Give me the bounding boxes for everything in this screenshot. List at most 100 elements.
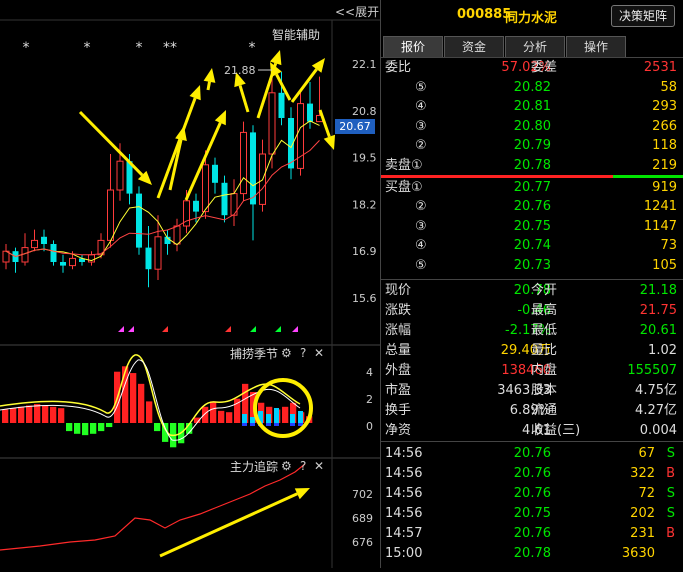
help-icon[interactable]: ? bbox=[300, 346, 306, 360]
indicator-label[interactable]: 智能辅助 bbox=[272, 26, 320, 43]
mainforce-panel-title: 主力追踪 bbox=[230, 460, 279, 474]
sell-level-label: ⑤ bbox=[415, 80, 427, 95]
arrow-shaft bbox=[156, 97, 197, 199]
stat-label: 净资 bbox=[385, 423, 412, 438]
season-mini-bar bbox=[290, 414, 295, 423]
stock-code: 000885 bbox=[457, 7, 512, 22]
kline-chart-svg[interactable]: 22.120.819.518.216.915.6 * * * ** * 20.67 21… bbox=[0, 0, 380, 568]
price-axis-label: 20.8 bbox=[352, 105, 377, 118]
season-bar bbox=[74, 423, 81, 434]
season-bar bbox=[130, 373, 137, 423]
signal-triangle bbox=[162, 326, 168, 332]
stat-value: 21.75 bbox=[639, 303, 677, 318]
season-mini-bar bbox=[250, 423, 255, 426]
mainforce-axis-label: 689 bbox=[352, 512, 373, 525]
sell-volume: 219 bbox=[652, 158, 677, 173]
arrow-head bbox=[203, 68, 216, 83]
sell-price: 20.81 bbox=[513, 99, 551, 114]
arrow-head bbox=[189, 85, 201, 101]
sell-level-row[interactable]: 卖盘① 20.78 219 bbox=[381, 156, 683, 175]
stat-label: 涨幅 bbox=[385, 323, 412, 338]
sell-level-row[interactable]: ② 20.79 118 bbox=[381, 136, 683, 155]
trade-row[interactable]: 14:56 20.75 202 S bbox=[381, 504, 683, 523]
close-icon[interactable]: ✕ bbox=[314, 459, 324, 473]
signal-triangle bbox=[225, 326, 231, 332]
sell-level-label: ④ bbox=[415, 99, 427, 114]
help-icon[interactable]: ? bbox=[300, 459, 306, 473]
season-axis-label: 2 bbox=[366, 393, 373, 406]
season-panel-title: 捕捞季节 bbox=[230, 347, 279, 361]
stat-value: 20.61 bbox=[639, 323, 677, 338]
expand-toggle[interactable]: <<展开 bbox=[335, 3, 379, 20]
tab-operate[interactable]: 操作 bbox=[566, 36, 626, 57]
mainforce-axis-label: 702 bbox=[352, 488, 373, 501]
season-bar bbox=[90, 423, 97, 434]
season-bar bbox=[10, 408, 17, 423]
sell-price: 20.82 bbox=[513, 80, 551, 95]
season-mini-bar bbox=[298, 411, 303, 423]
kline-chart-panel[interactable]: 22.1 20.8 19.5 18.2 16.9 15.6 * * * ** * 20.67 21… bbox=[0, 0, 380, 568]
season-mini-bar bbox=[290, 423, 295, 426]
buy-level-row[interactable]: ④ 20.74 73 bbox=[381, 236, 683, 255]
trade-row[interactable]: 14:56 20.76 72 S bbox=[381, 484, 683, 503]
candle-body bbox=[221, 182, 228, 216]
tab-quote[interactable]: 报价 bbox=[383, 36, 443, 57]
sell-level-row[interactable]: ④ 20.81 293 bbox=[381, 97, 683, 116]
season-bar bbox=[42, 405, 49, 423]
star-marker: ** bbox=[163, 40, 177, 56]
season-bar bbox=[98, 423, 105, 432]
sell-volume: 58 bbox=[660, 80, 677, 95]
stat-row: 净资 4.61 收益(三) 0.004 bbox=[381, 421, 683, 440]
candle-body bbox=[116, 160, 124, 191]
stat-row: 换手 6.89% 流通 4.27亿 bbox=[381, 401, 683, 420]
trade-volume: 231 bbox=[630, 526, 655, 541]
stat-label: 最低 bbox=[531, 323, 558, 338]
season-bar bbox=[2, 409, 9, 423]
stat-label: 今开 bbox=[531, 283, 558, 298]
close-icon[interactable]: ✕ bbox=[314, 346, 324, 360]
arrow-shaft bbox=[78, 110, 144, 177]
diff-label: 委差 bbox=[531, 60, 558, 75]
buy-level-row[interactable]: ③ 20.75 1147 bbox=[381, 217, 683, 236]
current-price-tag: 20.67 bbox=[339, 120, 371, 133]
trade-row[interactable]: 14:57 20.76 231 B bbox=[381, 524, 683, 543]
sell-level-row[interactable]: ③ 20.80 266 bbox=[381, 117, 683, 136]
price-axis-label: 15.6 bbox=[352, 292, 377, 305]
sell-price: 20.79 bbox=[513, 138, 551, 153]
trade-time: 14:57 bbox=[385, 526, 423, 541]
gear-icon[interactable]: ⚙ bbox=[281, 346, 292, 360]
stat-label: 总量 bbox=[385, 343, 412, 358]
candle-body bbox=[31, 239, 38, 249]
gear-icon[interactable]: ⚙ bbox=[281, 459, 292, 473]
sell-level-row[interactable]: ⑤ 20.82 58 bbox=[381, 78, 683, 97]
signal-triangle bbox=[250, 326, 256, 332]
trade-time: 14:56 bbox=[385, 466, 423, 481]
tab-funds[interactable]: 资金 bbox=[444, 36, 504, 57]
main-force-line bbox=[0, 463, 306, 551]
candle-body bbox=[278, 92, 285, 118]
arrow-shaft bbox=[206, 81, 211, 91]
season-bar bbox=[202, 406, 209, 423]
section-divider bbox=[381, 441, 683, 442]
season-mini-bar bbox=[274, 408, 279, 423]
candle-body bbox=[268, 92, 276, 155]
trade-row[interactable]: 15:00 20.78 3630 bbox=[381, 544, 683, 563]
buy-price: 20.73 bbox=[513, 258, 551, 273]
tab-analysis[interactable]: 分析 bbox=[505, 36, 565, 57]
stat-row: 市盈 3463.33 股本 4.75亿 bbox=[381, 381, 683, 400]
high-marker-label: 21.88 bbox=[224, 64, 256, 77]
buy-level-row[interactable]: ② 20.76 1241 bbox=[381, 197, 683, 216]
season-bar bbox=[154, 423, 161, 432]
stat-label: 外盘 bbox=[385, 363, 412, 378]
trade-row[interactable]: 14:56 20.76 67 S bbox=[381, 444, 683, 463]
buy-level-row[interactable]: ⑤ 20.73 105 bbox=[381, 256, 683, 275]
buy-level-row[interactable]: 买盘① 20.77 919 bbox=[381, 178, 683, 197]
stat-row: 现价 20.78 今开 21.18 bbox=[381, 281, 683, 300]
decision-matrix-button[interactable]: 决策矩阵 bbox=[611, 5, 675, 27]
season-mini-bar bbox=[266, 414, 271, 423]
stock-name: 同力水泥 bbox=[505, 11, 558, 26]
sell-price: 20.80 bbox=[513, 119, 551, 134]
price-axis-label: 18.2 bbox=[352, 198, 377, 211]
trade-row[interactable]: 14:56 20.76 322 B bbox=[381, 464, 683, 483]
season-bar bbox=[66, 423, 73, 432]
